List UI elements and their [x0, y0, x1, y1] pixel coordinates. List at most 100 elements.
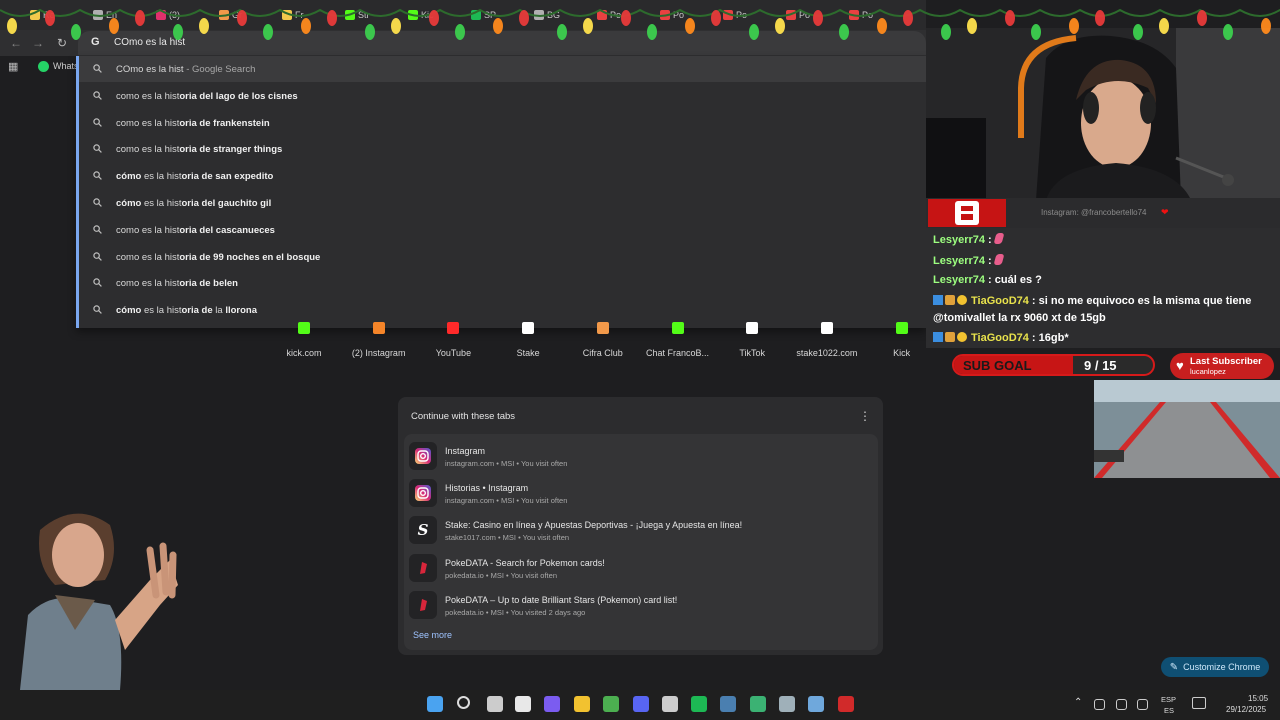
suggestion-item[interactable]: como es la historia de belen — [79, 270, 926, 296]
browser-tab[interactable]: Str — [345, 6, 370, 24]
continue-tab-item[interactable]: Historias • Instagram instagram.com • MSI… — [409, 476, 873, 510]
discord-icon[interactable] — [633, 696, 649, 712]
omnibox[interactable] — [78, 31, 926, 55]
language-bottom[interactable]: ES — [1164, 706, 1174, 715]
file-explorer-icon[interactable] — [574, 696, 590, 712]
browser-tab[interactable]: (3) — [156, 6, 180, 24]
continue-tab-item[interactable]: Instagram instagram.com • MSI • You visit… — [409, 439, 873, 473]
suggestion-bold: cómo — [116, 198, 142, 209]
remote-icon[interactable] — [808, 696, 824, 712]
network-icon[interactable] — [1094, 699, 1105, 710]
suggestion-bold: oria de belen — [179, 278, 238, 290]
clock-date[interactable]: 29/12/2025 — [1226, 705, 1266, 714]
suggestion-text: como es la historia del cascanueces — [116, 225, 275, 236]
notification-icon[interactable] — [1192, 697, 1206, 709]
stake-icon: S — [409, 516, 437, 545]
shortcut-tile[interactable]: Cifra Club — [568, 322, 638, 358]
more-options-icon[interactable]: ⋮ — [859, 409, 871, 423]
app-red-icon[interactable] — [838, 696, 854, 712]
back-icon[interactable]: ← — [10, 36, 22, 50]
pinwheel-icon[interactable] — [779, 696, 795, 712]
search-icon[interactable] — [457, 696, 470, 709]
clock-time[interactable]: 15:05 — [1248, 694, 1268, 703]
browser-tab[interactable]: SP — [471, 6, 496, 24]
tab-favicon-icon — [786, 10, 796, 20]
shortcut-tile[interactable]: Stake — [493, 322, 563, 358]
browser-tab[interactable]: Gr — [219, 6, 242, 24]
chat-message: @tomivallet la rx 9060 xt de 15gb — [933, 312, 1106, 324]
suggestion-item[interactable]: como es la historia de 99 noches en el b… — [79, 244, 926, 270]
clock-icon[interactable] — [662, 696, 678, 712]
browser-tab[interactable]: Re — [30, 6, 55, 24]
mic-icon[interactable] — [1137, 699, 1148, 710]
chat-separator: : — [985, 234, 995, 246]
chat-text: cuál es ? — [994, 274, 1042, 286]
continue-tab-item[interactable]: PokeDATA - Search for Pokemon cards! poke… — [409, 551, 873, 585]
browser-tab[interactable]: Fr — [282, 6, 304, 24]
browser-tab[interactable]: En — [93, 6, 117, 24]
chevron-up-icon[interactable]: ⌃ — [1074, 697, 1082, 708]
shortcut-tile[interactable]: (2) Instagram — [344, 322, 414, 358]
store-icon[interactable] — [515, 696, 531, 712]
last-subscriber-badge: ♥ Last Subscriber lucanlopez — [1170, 353, 1274, 379]
browser-tab[interactable]: Po — [660, 6, 684, 24]
webcam-feed — [926, 28, 1280, 200]
suggestion-item[interactable]: cómo es la historia de la llorona — [79, 297, 926, 323]
shortcut-tile[interactable]: stake1022.com — [792, 322, 862, 358]
shortcut-tile[interactable]: TikTok — [717, 322, 787, 358]
chat-message: TiaGooD74 : 16gb* — [933, 332, 1069, 344]
reload-icon[interactable]: ↻ — [57, 36, 67, 50]
shortcut-tile[interactable]: Chat FrancoB... — [643, 322, 713, 358]
suggestion-text: cómo es la historia del gauchito gil — [116, 198, 271, 209]
cloud-icon[interactable] — [1116, 699, 1127, 710]
bookmark-whatsapp[interactable]: Whats — [53, 61, 79, 71]
search-icon — [93, 198, 102, 207]
browser-tab[interactable]: Po — [597, 6, 621, 24]
browser-tab[interactable]: Kic — [408, 6, 434, 24]
suggestion-bold: oria del lago de los cisnes — [179, 90, 298, 102]
suggestion-item[interactable]: cómo es la historia de san expedito — [79, 163, 926, 189]
suggestion-item[interactable]: como es la historia de frankenstein — [79, 110, 926, 136]
tab-favicon-icon — [660, 10, 670, 20]
windows-start-icon[interactable] — [427, 696, 443, 712]
language-top[interactable]: ESP — [1161, 695, 1176, 704]
tab-label: Po — [736, 10, 748, 20]
browser-tab[interactable]: BG — [534, 6, 560, 24]
suggestion-item[interactable]: como es la historia del cascanueces — [79, 217, 926, 243]
game-preview — [1094, 380, 1280, 478]
shortcut-tile[interactable]: kick.com — [269, 322, 339, 358]
suggestion-item[interactable]: COmo es la hist - Google Search — [79, 56, 926, 82]
customize-chrome-button[interactable]: ✎ Customize Chrome — [1161, 657, 1269, 677]
browser-tab[interactable]: Po — [723, 6, 747, 24]
app-icon[interactable] — [544, 696, 560, 712]
task-view-icon[interactable] — [487, 696, 503, 712]
pokedata-icon — [409, 553, 437, 582]
chrome-icon[interactable] — [603, 696, 619, 712]
spotify-icon[interactable] — [691, 696, 707, 712]
shortcut-favicon-icon — [298, 322, 310, 334]
tab-label: (3) — [169, 10, 180, 20]
shortcut-favicon-icon — [671, 322, 684, 334]
apps-grid-icon[interactable]: ▦ — [8, 60, 18, 73]
chat-badge-icon — [957, 295, 967, 305]
tab-favicon-icon — [282, 10, 292, 20]
see-more-link[interactable]: See more — [413, 630, 452, 640]
browser-tab[interactable]: Po — [786, 6, 810, 24]
forward-icon[interactable]: → — [32, 36, 44, 50]
shortcut-tile[interactable]: YouTube — [418, 322, 488, 358]
omnibox-input[interactable]: COmo es la hist — [114, 37, 185, 48]
suggestion-item[interactable]: como es la historia del lago de los cisn… — [79, 83, 926, 109]
continue-tab-item[interactable]: PokeDATA – Up to date Brilliant Stars (P… — [409, 588, 873, 622]
suggestion-suffix: - Google Search — [183, 64, 256, 75]
search-icon — [93, 225, 102, 234]
suggestion-item[interactable]: cómo es la historia del gauchito gil — [79, 190, 926, 216]
continue-tab-title: PokeDATA – Up to date Brilliant Stars (P… — [445, 594, 678, 605]
continue-tab-item[interactable]: S Stake: Casino en línea y Apuestas Depor… — [409, 513, 873, 547]
game-icon[interactable] — [750, 696, 766, 712]
google-icon: G — [91, 36, 100, 48]
whatsapp-icon — [38, 61, 49, 72]
steam-icon[interactable] — [720, 696, 736, 712]
tab-favicon-icon — [30, 10, 40, 20]
browser-tab[interactable]: Po — [849, 6, 873, 24]
suggestion-item[interactable]: como es la historia de stranger things — [79, 136, 926, 162]
